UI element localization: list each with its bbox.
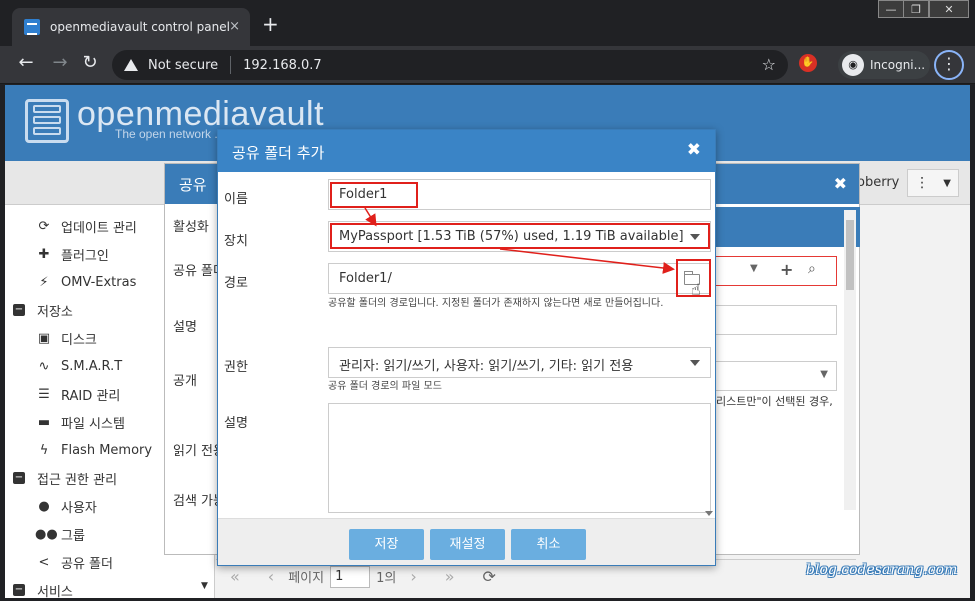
close-window-button[interactable]: ✕ xyxy=(929,0,969,18)
star-icon[interactable]: ☆ xyxy=(762,55,776,74)
url-text: 192.168.0.7 xyxy=(243,57,322,73)
last-page-icon[interactable]: » xyxy=(445,567,455,586)
scroll-down-icon[interactable] xyxy=(705,511,713,516)
permissions-help-text: 공유 폴더 경로의 파일 모드 xyxy=(328,381,442,392)
dialog-close-icon[interactable]: ✖ xyxy=(687,140,701,160)
scrollbar-thumb[interactable] xyxy=(846,220,854,290)
bg-search-icon[interactable]: ⌕ xyxy=(808,261,816,277)
chevron-down-icon: ▼ xyxy=(943,177,951,189)
minus-square-icon: − xyxy=(13,584,25,596)
name-label: 이름 xyxy=(224,192,248,207)
bolt-icon: ϟ xyxy=(39,442,49,458)
bg-label-enable: 활성화 xyxy=(173,220,209,235)
reload-icon[interactable]: ↻ xyxy=(78,52,102,73)
incognito-label: Incogni... xyxy=(870,58,926,72)
permissions-label: 권한 xyxy=(224,360,248,375)
page-number-input[interactable]: 1 xyxy=(330,565,371,588)
comment-textarea[interactable] xyxy=(328,403,711,513)
pulse-icon: ∿ xyxy=(38,358,50,374)
user-name: oberry xyxy=(857,175,900,190)
bg-select-caret-icon: ▼ xyxy=(750,263,758,274)
plug-icon: ⚡ xyxy=(39,274,49,290)
address-bar[interactable]: Not secure 192.168.0.7 ☆ xyxy=(112,50,788,80)
omv-slogan: The open network ... xyxy=(115,127,225,141)
cancel-button[interactable]: 취소 xyxy=(511,529,586,560)
first-page-icon[interactable]: « xyxy=(230,567,240,586)
reset-button[interactable]: 재설정 xyxy=(430,529,505,560)
bg-label-public: 공개 xyxy=(173,374,197,389)
minus-square-icon: − xyxy=(13,472,25,484)
path-help-text: 공유할 폴더의 경로입니다. 지정된 폴더가 존재하지 않는다면 새로 만들어집… xyxy=(328,298,664,309)
annotation-device-highlight xyxy=(330,223,710,249)
incognito-indicator[interactable]: ◉ Incogni... xyxy=(838,51,930,79)
pointer-cursor-icon: ☝ xyxy=(691,280,701,299)
permissions-caret-icon xyxy=(690,360,700,366)
database-icon: ☰ xyxy=(38,386,50,402)
permissions-select[interactable]: 관리자: 읽기/쓰기, 사용자: 읽기/쓰기, 기타: 읽기 전용 xyxy=(328,347,711,378)
bg-public-caret-icon: ▼ xyxy=(820,369,828,380)
browser-toolbar: ← → ↻ Not secure 192.168.0.7 ☆ ✋ ◉ Incog… xyxy=(0,46,975,84)
omv-logo-icon xyxy=(25,99,69,143)
page-of-label: 1의 xyxy=(376,571,397,586)
more-vertical-icon: ⋮ xyxy=(915,175,930,191)
new-tab-button[interactable]: + xyxy=(262,14,279,34)
security-status[interactable]: Not secure xyxy=(148,58,218,73)
dialog-footer: 저장 재설정 취소 xyxy=(218,518,715,565)
bg-label-comment: 설명 xyxy=(173,320,197,335)
users-icon: ●● xyxy=(35,526,58,542)
omnibox-divider xyxy=(230,56,232,74)
share-icon: < xyxy=(38,554,50,570)
folder-icon: ▬ xyxy=(37,414,51,430)
next-page-icon[interactable]: › xyxy=(410,567,416,586)
prev-page-icon[interactable]: ‹ xyxy=(268,567,274,586)
user-icon: ● xyxy=(38,498,50,514)
page-label: 페이지 xyxy=(288,571,325,586)
bg-add-icon[interactable]: + xyxy=(780,260,793,279)
comment-label: 설명 xyxy=(224,416,248,431)
incognito-icon: ◉ xyxy=(842,54,864,76)
sidebar-group-services[interactable]: − 서비스 xyxy=(5,577,210,598)
dialog-title: 공유 폴더 추가 xyxy=(232,144,325,162)
path-label: 경로 xyxy=(224,276,248,291)
browser-tab-strip: openmediavault control panel - o × + — ❐… xyxy=(0,0,975,46)
background-scrollbar[interactable] xyxy=(844,210,856,510)
background-panel-close-icon[interactable]: ✖ xyxy=(834,174,847,193)
bg-public-note: 리스트만"이 선택된 경우, xyxy=(716,395,833,408)
maximize-button[interactable]: ❐ xyxy=(903,0,929,18)
refresh-grid-icon[interactable]: ⟳ xyxy=(483,567,496,586)
background-grid-header xyxy=(701,207,860,247)
omv-favicon-icon xyxy=(24,19,40,35)
tab-close-icon[interactable]: × xyxy=(229,19,240,34)
browser-tab[interactable]: openmediavault control panel - o × xyxy=(12,8,250,46)
save-button[interactable]: 저장 xyxy=(349,529,424,560)
warning-icon xyxy=(124,59,138,71)
extension-icon[interactable]: ✋ xyxy=(799,54,817,72)
user-menu-button[interactable]: ⋮ ▼ xyxy=(907,169,959,197)
sidebar-scroll-down-icon[interactable]: ▼ xyxy=(201,581,208,591)
dialog-header: 공유 폴더 추가 xyxy=(218,130,715,172)
refresh-icon: ⟳ xyxy=(38,218,50,234)
back-arrow-icon[interactable]: ← xyxy=(14,52,38,73)
browser-menu-icon[interactable]: ⋮ xyxy=(934,50,964,80)
minimize-button[interactable]: — xyxy=(878,0,904,18)
disk-icon: ▣ xyxy=(37,330,51,346)
device-label: 장치 xyxy=(224,234,248,249)
forward-arrow-icon[interactable]: → xyxy=(48,52,72,73)
tab-title: openmediavault control panel - o xyxy=(50,20,230,34)
minus-square-icon: − xyxy=(13,304,25,316)
bg-public-select[interactable]: ▼ xyxy=(705,361,837,391)
annotation-name-highlight xyxy=(330,182,418,208)
bg-shared-folder-select[interactable]: ▼ + ⌕ xyxy=(705,256,837,286)
watermark: blog.codesarang.com xyxy=(806,562,958,578)
bg-comment-field[interactable] xyxy=(705,305,837,335)
path-input[interactable]: Folder1/ xyxy=(328,263,711,294)
puzzle-icon: ✚ xyxy=(38,246,50,262)
add-shared-folder-dialog: 공유 폴더 추가 ✖ 이름 Folder1 장치 MyPassport [1.5… xyxy=(217,129,716,566)
